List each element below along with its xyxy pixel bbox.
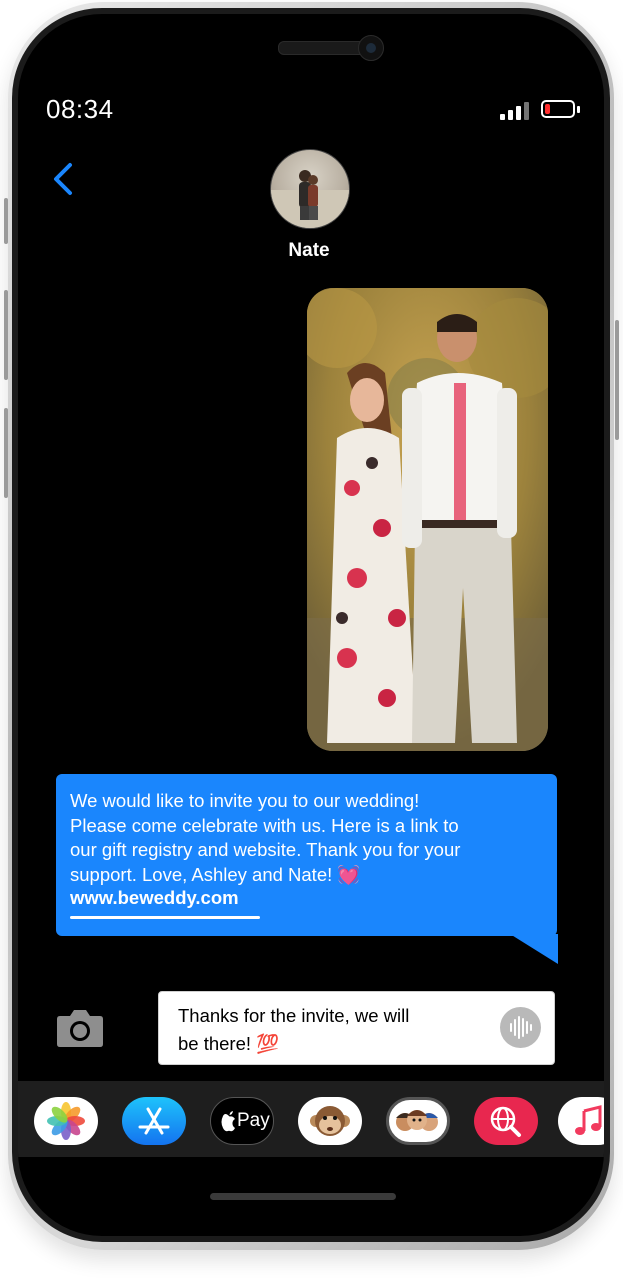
chevron-left-icon <box>54 163 72 195</box>
memoji-stickers-icon <box>396 1110 438 1131</box>
music-note-icon <box>575 1105 602 1135</box>
message-line: our gift registry and website. Thank you… <box>70 839 461 860</box>
wedding-website-link[interactable]: www.beweddy.com <box>70 886 239 910</box>
photos-icon <box>47 1102 85 1140</box>
apple-pay-button[interactable]: Pay <box>210 1097 274 1145</box>
music-app-button[interactable] <box>558 1097 604 1145</box>
camera-icon <box>57 1010 103 1047</box>
contact-name[interactable]: Nate <box>218 240 400 262</box>
couple-photo <box>307 288 548 751</box>
monkey-animoji-icon <box>310 1106 350 1136</box>
dictation-button[interactable] <box>500 1007 541 1048</box>
signal-icon <box>500 100 530 120</box>
input-line: Thanks for the invite, we will <box>178 1005 410 1026</box>
avatar-photo <box>271 170 349 228</box>
web-search-button[interactable] <box>474 1097 538 1145</box>
apple-pay-label: Pay <box>237 1110 270 1131</box>
camera-button[interactable] <box>56 1006 104 1048</box>
volume-up-button <box>4 290 8 380</box>
volume-down-button <box>4 408 8 498</box>
power-button <box>615 320 619 440</box>
link-underline <box>70 916 260 919</box>
contact-avatar[interactable] <box>270 149 350 229</box>
battery-tip <box>577 106 580 113</box>
mute-switch <box>4 198 8 244</box>
app-store-icon <box>138 1107 170 1135</box>
battery-icon <box>541 100 575 118</box>
input-line: be there! <box>178 1033 252 1054</box>
app-store-button[interactable] <box>122 1097 186 1145</box>
photo-message[interactable] <box>307 288 548 751</box>
phone-screen: 08:34 Nate We would like to invite you t… <box>18 14 604 1236</box>
memoji-stickers-button[interactable] <box>386 1097 450 1145</box>
back-button[interactable] <box>46 159 86 199</box>
animoji-button[interactable] <box>298 1097 362 1145</box>
heart-emoji: 💓 <box>337 863 361 885</box>
photos-app-button[interactable] <box>34 1097 98 1145</box>
sent-message-text: We would like to invite you to our weddi… <box>70 789 545 887</box>
message-line: support. Love, Ashley and Nate! <box>70 863 333 885</box>
battery-level-fill <box>545 104 550 114</box>
home-indicator[interactable] <box>210 1193 396 1200</box>
front-camera <box>358 35 384 61</box>
message-tail <box>510 934 558 964</box>
message-input-text: Thanks for the invite, we will be there!… <box>178 1002 478 1058</box>
apple-pay-icon <box>221 1111 235 1132</box>
message-line: Please come celebrate with us. Here is a… <box>70 814 459 836</box>
hundred-points-emoji: 💯 <box>256 1033 280 1054</box>
status-time: 08:34 <box>46 94 114 124</box>
audio-waveform-icon <box>510 1016 532 1039</box>
message-line: We would like to invite you to our weddi… <box>70 790 420 811</box>
globe-search-icon <box>490 1106 521 1137</box>
